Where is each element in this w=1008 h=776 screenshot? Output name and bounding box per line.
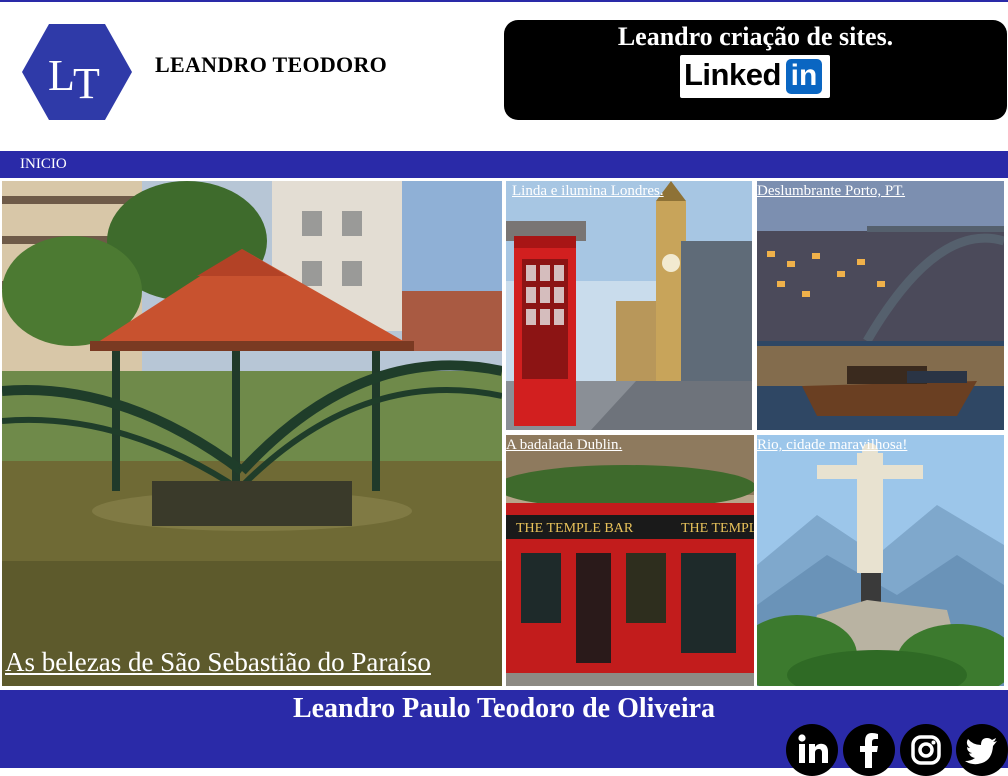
gallery-tile-dublin[interactable]: THE TEMPLE BAR THE TEMPLE A badalada Dub… [506, 435, 754, 686]
linkedin-logo-button[interactable]: Linked in [680, 55, 830, 98]
gallery-tile-london[interactable]: Linda e ilumina Londres. [506, 181, 752, 430]
brand-name: LEANDRO TEODORO [155, 52, 388, 77]
svg-text:THE TEMPLE: THE TEMPLE [681, 521, 754, 536]
lt-logo[interactable]: L T [22, 24, 132, 120]
linkedin-wordmark: Linked [684, 57, 781, 92]
gazebo-photo [2, 181, 502, 686]
gallery-tile-dublin-caption[interactable]: A badalada Dublin. [506, 437, 622, 454]
gallery-tile-porto[interactable]: Deslumbrante Porto, PT. [757, 181, 1004, 430]
footer-name: Leandro Paulo Teodoro de Oliveira [292, 693, 716, 724]
gallery-tile-rio-caption[interactable]: Rio, cidade maravilhosa! [757, 437, 907, 454]
nav-item-inicio[interactable]: INICIO [20, 156, 67, 173]
rio-photo [757, 435, 1004, 686]
gallery-main-tile[interactable]: As belezas de São Sebastião do Paraíso [2, 181, 502, 686]
porto-photo [757, 181, 1004, 430]
dublin-photo: THE TEMPLE BAR THE TEMPLE [506, 435, 754, 686]
svg-text:THE TEMPLE BAR: THE TEMPLE BAR [516, 521, 634, 536]
svg-text:T: T [73, 59, 100, 108]
facebook-icon[interactable] [843, 724, 895, 776]
linkedin-icon[interactable] [786, 724, 838, 776]
twitter-icon[interactable] [956, 724, 1008, 776]
gallery-tile-london-caption[interactable]: Linda e ilumina Londres. [512, 183, 664, 200]
gallery-main-caption[interactable]: As belezas de São Sebastião do Paraíso [5, 647, 431, 678]
gallery-tile-porto-caption[interactable]: Deslumbrante Porto, PT. [757, 183, 905, 200]
gallery-tile-rio[interactable]: Rio, cidade maravilhosa! [757, 435, 1004, 686]
instagram-icon[interactable] [900, 724, 952, 776]
main-nav: INICIO [0, 151, 1008, 178]
svg-text:L: L [48, 51, 75, 100]
promo-title: Leandro criação de sites. [617, 22, 894, 51]
london-photo [506, 181, 752, 430]
linkedin-in-badge: in [786, 59, 822, 94]
